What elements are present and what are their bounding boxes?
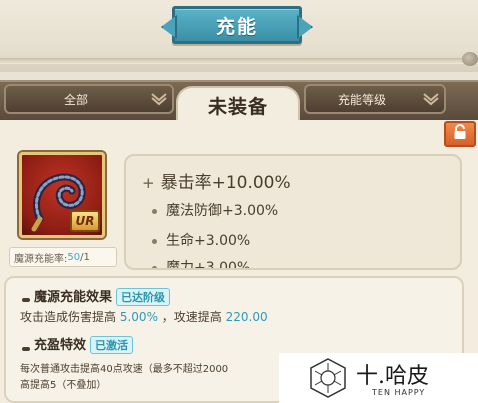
section-marker [22,347,30,351]
page-title: 充能 [172,6,302,44]
special-effect-title-text: 充盈特效 [34,338,87,353]
stat-sub-value: 魔法防御+3.00% [166,203,279,219]
plus-icon: + [142,174,155,192]
filter-all-dropdown[interactable]: 全部 [4,84,174,114]
stats-box: + 暴击率+10.00% 魔法防御+3.00% 生命+3.00% 魔力+3.00% [124,154,462,270]
stat-sub-row: 魔法防御+3.00% [152,200,278,220]
filter-all-label: 全部 [63,92,88,107]
top-divider [0,58,478,64]
tab-unequipped[interactable]: 未装备 [176,86,300,122]
charge-effect-prefix: 攻击造成伤害提高 [20,310,117,324]
section-marker [22,298,30,302]
filter-level-dropdown[interactable]: 充能等级 [304,84,446,114]
filter-level-label: 充能等级 [337,92,386,107]
charge-effect-value-2: 220.00 [225,310,268,324]
stat-sub-value: 生命+3.00% [166,233,251,249]
special-effect-badge: 已激活 [90,336,134,354]
special-effect-title: 充盈特效 已激活 [34,334,134,354]
watermark-logo-icon [307,357,349,399]
stat-sub-value: 魔力+3.00% [166,260,251,270]
corner-knob [462,52,478,66]
watermark-brand: 十.哈皮 [356,364,429,389]
charge-rate-total: /1 [80,251,90,263]
charge-effect-middle: ，攻速提高 [161,310,222,324]
stat-sub-row: 魔力+3.00% [152,257,251,270]
stat-sub-row: 生命+3.00% [152,230,250,250]
rarity-badge: UR [70,210,100,232]
chevron-down-icon [418,86,444,112]
charge-effect-title: 魔源充能效果 已达阶级 [34,286,171,306]
chevron-down-icon [146,86,172,112]
charge-effect-value-1: 5.00% [119,310,158,324]
lock-icon [453,124,467,144]
watermark-sub: TEN HAPPY [372,388,426,397]
charge-effect-badge: 已达阶级 [116,288,171,306]
charge-rate: 魔源充能率: 50 /1 [9,247,117,267]
lock-button[interactable] [444,121,476,147]
bullet-icon [152,208,157,214]
charge-rate-current: 50 [67,251,81,263]
special-effect-line-1: 每次普通攻击提高40点攻速（最多不超过2000 [20,364,229,375]
charge-rate-label: 魔源充能率: [14,253,68,265]
charge-effect-title-text: 魔源充能效果 [34,290,113,305]
bullet-icon [152,238,157,244]
charge-effect-line: 攻击造成伤害提高 5.00% ，攻速提高 220.00 [20,308,268,325]
stat-main: 暴击率+10.00% [160,173,291,193]
bullet-icon [152,265,157,268]
stat-main-row: + 暴击率+10.00% [142,168,291,193]
special-effect-line-2: 高提高5（不叠加） [20,380,107,391]
